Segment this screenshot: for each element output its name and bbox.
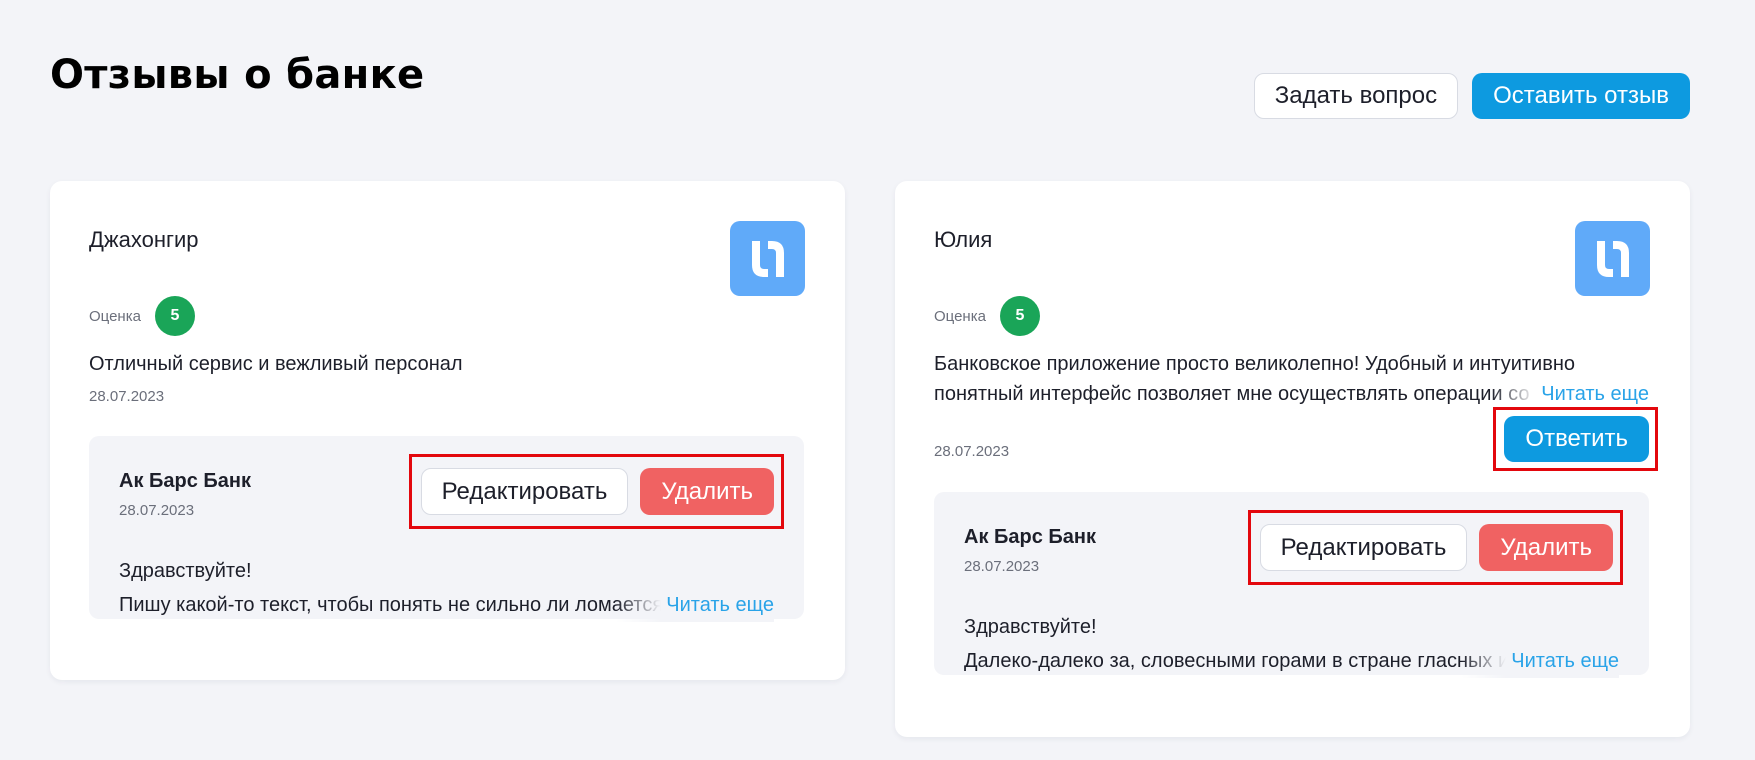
reply-text: Здравствуйте! Пишу какой-то текст, чтобы… <box>119 554 774 622</box>
reply-text-line: Пишу какой-то текст, чтобы понять не сил… <box>119 588 774 622</box>
reply-bank-name: Ак Барс Банк <box>119 470 251 492</box>
edit-reply-button[interactable]: Редактировать <box>420 468 629 515</box>
review-text: Отличный сервис и вежливый персонал <box>89 349 804 379</box>
answer-highlight: Ответить <box>1493 407 1658 471</box>
review-text-content: понятный интерфейс позволяет мне осущест… <box>934 383 1530 405</box>
bank-logo-icon <box>730 221 805 296</box>
review-author: Джахонгир <box>89 227 199 252</box>
read-more-link[interactable]: Читать еще <box>1541 379 1649 409</box>
read-more-fade: Читать еще <box>1461 644 1619 678</box>
delete-reply-button[interactable]: Удалить <box>1479 524 1613 571</box>
ask-question-button[interactable]: Задать вопрос <box>1253 73 1459 119</box>
rating-label: Оценка <box>934 307 986 325</box>
read-more-link[interactable]: Читать еще <box>1511 644 1619 678</box>
reply-greeting: Здравствуйте! <box>119 560 252 582</box>
reply-greeting: Здравствуйте! <box>964 616 1097 638</box>
review-card: Джахонгир Оценка 5 Отличный сервис и веж… <box>50 181 845 680</box>
rating: Оценка 5 <box>89 296 195 336</box>
reply-actions-highlight: Редактировать Удалить <box>408 454 784 529</box>
reply-text: Здравствуйте! Далеко-далеко за, словесны… <box>964 610 1619 678</box>
reply-date: 28.07.2023 <box>964 558 1040 575</box>
reply-text-line: Далеко-далеко за, словесными горами в ст… <box>964 644 1619 678</box>
header-actions: Задать вопрос Оставить отзыв <box>1253 73 1690 119</box>
read-more-fade: Читать еще <box>616 588 774 622</box>
review-text-line: Банковское приложение просто великолепно… <box>934 353 1576 375</box>
review-date: 28.07.2023 <box>89 388 165 405</box>
leave-review-button[interactable]: Оставить отзыв <box>1472 73 1690 119</box>
read-more-link[interactable]: Читать еще <box>666 588 774 622</box>
bank-reply: Ак Барс Банк 28.07.2023 Редактировать Уд… <box>89 436 804 622</box>
reply-bank-name: Ак Барс Банк <box>964 526 1096 548</box>
page-title: Отзывы о банке <box>50 52 425 98</box>
rating: Оценка 5 <box>934 296 1040 336</box>
bank-reply: Ак Барс Банк 28.07.2023 Редактировать Уд… <box>934 492 1649 678</box>
rating-badge: 5 <box>154 296 195 336</box>
edit-reply-button[interactable]: Редактировать <box>1259 524 1468 571</box>
delete-reply-button[interactable]: Удалить <box>640 468 774 515</box>
review-author: Юлия <box>934 227 993 252</box>
review-text-line: понятный интерфейс позволяет мне осущест… <box>934 379 1649 409</box>
read-more-fade: Читать еще <box>1491 379 1649 409</box>
rating-badge: 5 <box>999 296 1040 336</box>
answer-button[interactable]: Ответить <box>1504 416 1649 462</box>
review-card: Юлия Оценка 5 Банковское приложение прос… <box>895 181 1690 737</box>
reply-actions-highlight: Редактировать Удалить <box>1247 510 1623 585</box>
review-date: 28.07.2023 <box>934 443 1010 460</box>
reply-date: 28.07.2023 <box>119 502 195 519</box>
review-text: Банковское приложение просто великолепно… <box>934 349 1649 409</box>
rating-label: Оценка <box>89 307 141 325</box>
review-text-line: Отличный сервис и вежливый персонал <box>89 353 463 375</box>
bank-logo-icon <box>1575 221 1650 296</box>
